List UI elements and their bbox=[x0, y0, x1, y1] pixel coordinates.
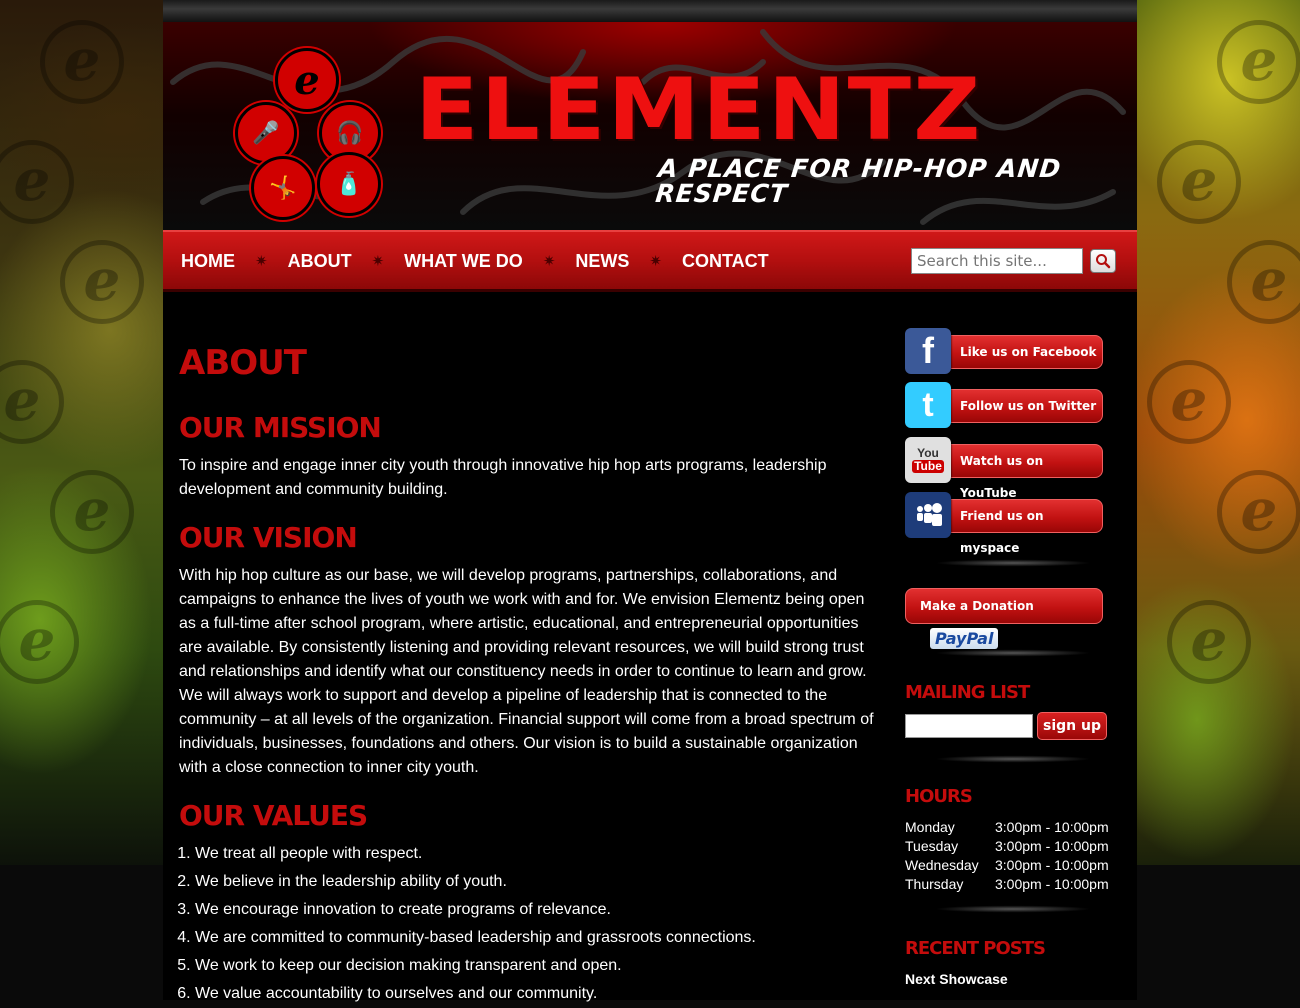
nav-item-what-we-do[interactable]: WHAT WE DO bbox=[404, 250, 523, 272]
site-title[interactable]: ELEMENTZ bbox=[415, 67, 983, 153]
list-item: We are committed to community-based lead… bbox=[195, 924, 879, 952]
hours-day: Thursday bbox=[905, 876, 964, 892]
nav-star-icon: ✷ bbox=[255, 253, 268, 270]
main-nav: HOME ✷ ABOUT ✷ WHAT WE DO ✷ NEWS ✷ CONTA… bbox=[163, 230, 1137, 292]
mission-heading: OUR MISSION bbox=[179, 411, 382, 444]
sidebar-divider bbox=[903, 648, 1123, 658]
twitter-button-label[interactable]: Follow us on Twitter bbox=[945, 389, 1103, 423]
list-item: We treat all people with respect. bbox=[195, 840, 879, 868]
search-input[interactable] bbox=[911, 248, 1083, 274]
logo-watermark-icon: e bbox=[50, 470, 134, 554]
values-list: We treat all people with respect. We bel… bbox=[179, 840, 879, 1008]
youtube-icon[interactable]: You Tube bbox=[905, 437, 951, 483]
youtube-button[interactable]: Watch us on YouTube You Tube bbox=[905, 437, 1105, 500]
list-item: We believe in the leadership ability of … bbox=[195, 868, 879, 896]
signup-button[interactable]: sign up bbox=[1037, 712, 1107, 740]
vision-heading: OUR VISION bbox=[179, 521, 358, 554]
logo-watermark-icon: e bbox=[40, 20, 124, 104]
hours-heading: HOURS bbox=[905, 786, 973, 807]
spray-can-icon: 🧴 bbox=[317, 152, 381, 216]
page-title: ABOUT bbox=[179, 343, 307, 383]
nav-item-home[interactable]: HOME bbox=[181, 250, 235, 272]
nav-star-icon: ✷ bbox=[649, 253, 662, 270]
nav-item-news[interactable]: NEWS bbox=[575, 250, 629, 272]
background-right-art: e e e e e e bbox=[1137, 0, 1300, 865]
logo-watermark-icon: e bbox=[1157, 140, 1241, 224]
main-content: ABOUT OUR MISSION To inspire and engage … bbox=[179, 340, 879, 1008]
nav-star-icon: ✷ bbox=[371, 253, 385, 270]
donate-label: Make a Donation bbox=[920, 599, 1034, 613]
search-icon bbox=[1096, 254, 1111, 269]
background-left-art: e e e e e e bbox=[0, 0, 163, 865]
twitter-icon[interactable]: t bbox=[905, 382, 951, 428]
list-item: We value accountability to ourselves and… bbox=[195, 980, 879, 1008]
page-container: e 🎤 🎧 🤸 🧴 ELEMENTZ A PLACE FOR HIP-HOP A… bbox=[163, 0, 1137, 1002]
vision-text: With hip hop culture as our base, we wil… bbox=[179, 567, 874, 776]
mailing-list-heading: MAILING LIST bbox=[905, 682, 1030, 703]
site-tagline: A PLACE FOR HIP-HOP AND RESPECT bbox=[654, 154, 1063, 208]
logo-watermark-icon: e bbox=[0, 140, 74, 224]
site-header: e 🎤 🎧 🤸 🧴 ELEMENTZ A PLACE FOR HIP-HOP A… bbox=[163, 22, 1137, 230]
list-item: We encourage innovation to create progra… bbox=[195, 896, 879, 924]
facebook-button[interactable]: Like us on Facebook f bbox=[905, 328, 1105, 374]
table-row: Monday 3:00pm - 10:00pm bbox=[905, 818, 1125, 837]
sidebar-divider bbox=[903, 558, 1123, 568]
recent-post-link[interactable]: Next Showcase bbox=[905, 972, 1008, 986]
nav-item-contact[interactable]: CONTACT bbox=[682, 250, 769, 272]
mission-text: To inspire and engage inner city youth t… bbox=[179, 457, 827, 498]
twitter-button[interactable]: Follow us on Twitter t bbox=[905, 382, 1105, 428]
logo-watermark-icon: e bbox=[0, 600, 79, 684]
values-heading: OUR VALUES bbox=[179, 799, 368, 832]
recent-posts-heading: RECENT POSTS bbox=[905, 938, 1046, 959]
hours-table: Monday 3:00pm - 10:00pm Tuesday 3:00pm - 1… bbox=[905, 818, 1125, 894]
list-item: We work to keep our decision making tran… bbox=[195, 952, 879, 980]
logo-watermark-icon: e bbox=[1167, 600, 1251, 684]
myspace-people-icon bbox=[917, 503, 942, 526]
logo-watermark-icon: e bbox=[1227, 240, 1300, 324]
hours-time: 3:00pm - 10:00pm bbox=[995, 819, 1109, 835]
hours-time: 3:00pm - 10:00pm bbox=[995, 838, 1109, 854]
table-row: Thursday 3:00pm - 10:00pm bbox=[905, 875, 1125, 894]
nav-star-icon: ✷ bbox=[542, 253, 556, 270]
hours-time: 3:00pm - 10:00pm bbox=[995, 857, 1109, 873]
sidebar-divider bbox=[903, 754, 1123, 764]
nav-item-about[interactable]: ABOUT bbox=[288, 250, 352, 272]
hours-day: Monday bbox=[905, 819, 955, 835]
hours-day: Wednesday bbox=[905, 857, 979, 873]
mailing-list-email-input[interactable] bbox=[905, 714, 1033, 738]
logo-watermark-icon: e bbox=[60, 240, 144, 324]
sidebar-divider bbox=[903, 904, 1123, 914]
facebook-icon[interactable]: f bbox=[905, 328, 951, 374]
logo-watermark-icon: e bbox=[1217, 20, 1300, 104]
table-row: Wednesday 3:00pm - 10:00pm bbox=[905, 856, 1125, 875]
logo-watermark-icon: e bbox=[1217, 470, 1300, 554]
top-bar bbox=[163, 0, 1137, 22]
hours-day: Tuesday bbox=[905, 838, 959, 854]
breakdancer-icon: 🤸 bbox=[251, 156, 315, 220]
youtube-button-label[interactable]: Watch us on YouTube bbox=[945, 444, 1103, 500]
paypal-logo: PayPal bbox=[930, 628, 999, 649]
donate-button[interactable]: Make a Donation PayPal bbox=[905, 588, 1103, 649]
hours-time: 3:00pm - 10:00pm bbox=[995, 876, 1109, 892]
logo-watermark-icon: e bbox=[0, 360, 64, 444]
logo-watermark-icon: e bbox=[1147, 360, 1231, 444]
myspace-button-label[interactable]: Friend us on myspace bbox=[945, 499, 1103, 555]
microphone-icon: 🎤 bbox=[235, 102, 297, 164]
myspace-button[interactable]: Friend us on myspace bbox=[905, 492, 1105, 555]
logo-e-icon: e bbox=[275, 48, 339, 112]
search-button[interactable] bbox=[1090, 249, 1116, 273]
facebook-button-label[interactable]: Like us on Facebook bbox=[945, 335, 1103, 369]
myspace-icon[interactable] bbox=[905, 492, 951, 538]
logo-icon[interactable]: e 🎤 🎧 🤸 🧴 bbox=[233, 44, 383, 220]
table-row: Tuesday 3:00pm - 10:00pm bbox=[905, 837, 1125, 856]
